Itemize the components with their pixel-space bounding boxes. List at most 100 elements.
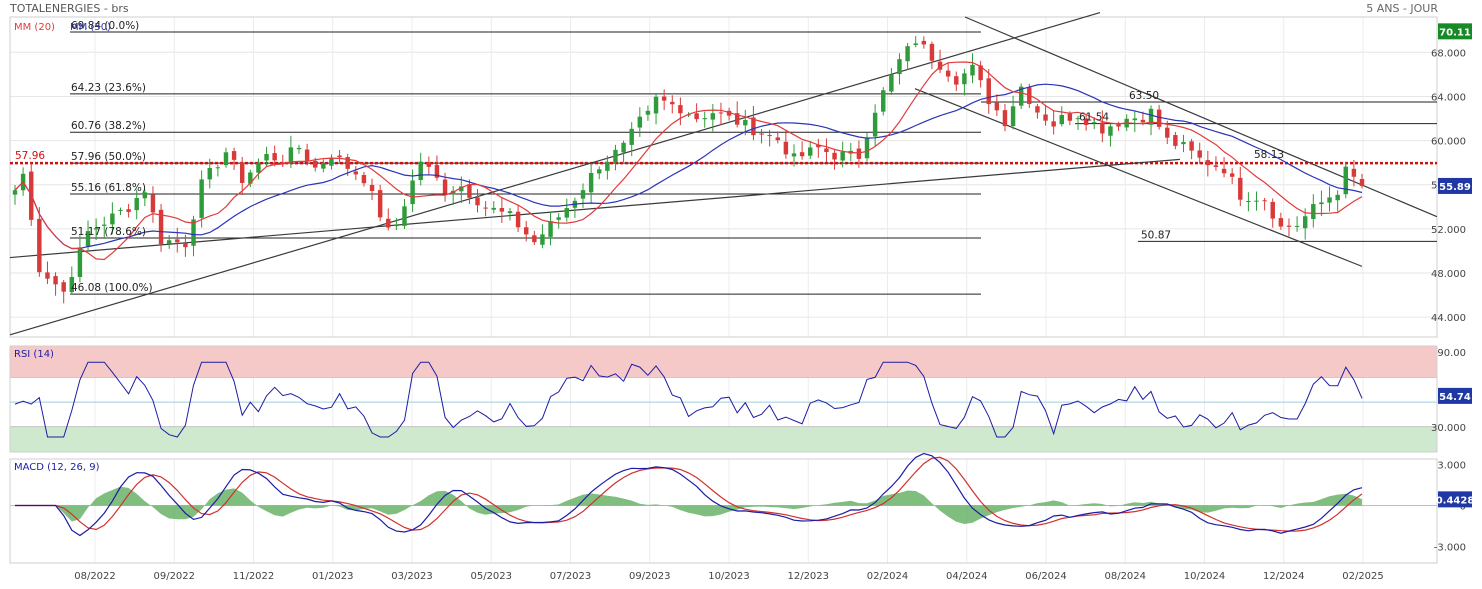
candle-body (523, 227, 529, 235)
candle-body (881, 90, 886, 112)
candle-body (1221, 168, 1227, 174)
candle-body (1254, 200, 1259, 202)
time-tick-label: 12/2024 (1263, 571, 1305, 582)
candle-body (1051, 121, 1056, 127)
price-tick-label: 48.000 (1431, 269, 1466, 280)
candle-body (361, 175, 367, 184)
time-tick-label: 11/2022 (233, 571, 275, 582)
candle-body (759, 133, 764, 135)
candle-body (807, 147, 813, 156)
ma50-legend: MM (50) (70, 22, 111, 33)
rsi-oversold-zone (10, 427, 1437, 452)
candle-body (183, 242, 188, 248)
candle-body (1116, 124, 1121, 127)
candle-body (475, 197, 480, 206)
level-label: 63.50 (1129, 90, 1159, 102)
candle-body (1165, 127, 1170, 138)
fibonacci-label: 60.76 (38.2%) (71, 120, 146, 132)
candle-body (718, 112, 724, 114)
candle-body (37, 218, 42, 273)
candle-body (61, 282, 66, 292)
price-tick-label: 68.000 (1431, 48, 1466, 59)
candle-body (767, 135, 772, 137)
fibonacci-label: 46.08 (100.0%) (71, 282, 153, 294)
candle-body (1002, 110, 1008, 127)
candle-body (1132, 118, 1138, 121)
macd-tick-label: 3.000 (1437, 460, 1466, 471)
candle-body (945, 70, 951, 77)
candle-body (832, 152, 837, 160)
rsi-tick-label: 30.000 (1431, 423, 1466, 434)
candle-body (994, 102, 1000, 111)
candle-body (864, 138, 870, 159)
candle-body (694, 113, 699, 120)
candle-body (175, 239, 180, 243)
candle-body (467, 184, 472, 198)
candle-body (775, 137, 780, 141)
candle-body (150, 194, 156, 213)
candle-body (548, 221, 553, 237)
candle-body (1156, 109, 1162, 127)
candle-body (1181, 141, 1186, 145)
time-tick-label: 07/2023 (550, 571, 592, 582)
candle-body (605, 161, 610, 171)
candle-body (386, 218, 391, 228)
price-tick-label: 60.000 (1431, 137, 1466, 148)
candle-body (321, 163, 326, 169)
candle-body (126, 209, 131, 212)
candle-body (905, 46, 910, 62)
candle-body (110, 213, 115, 225)
candle-body (507, 211, 513, 214)
candle-body (929, 43, 935, 61)
candle-body (783, 141, 789, 155)
candle-body (1327, 197, 1332, 203)
last-close-tag: 70.11 (1439, 27, 1471, 38)
candle-body (702, 118, 707, 120)
candle-body (1262, 200, 1267, 202)
candle-body (353, 171, 359, 175)
candle-body (45, 272, 50, 279)
candle-body (621, 142, 626, 153)
candle-body (1205, 160, 1211, 166)
candle-body (239, 162, 245, 183)
time-tick-label: 10/2024 (1184, 571, 1226, 582)
candle-body (1035, 106, 1040, 113)
current-price-tag: 55.89 (1439, 182, 1471, 193)
candle-body (913, 43, 918, 46)
time-tick-label: 05/2023 (470, 571, 512, 582)
period-label: 5 ANS - JOUR (1366, 2, 1438, 15)
time-tick-label: 01/2023 (312, 571, 354, 582)
candle-body (710, 113, 716, 120)
candle-body (1043, 114, 1048, 121)
candle-body (256, 163, 261, 173)
candle-body (442, 179, 448, 194)
candle-body (1067, 113, 1073, 121)
candle-body (970, 64, 975, 76)
candle-body (1229, 173, 1235, 177)
rsi-value-tag: 54.74 (1439, 392, 1471, 403)
candle-body (296, 147, 302, 150)
candle-body (1278, 218, 1284, 227)
candle-body (1213, 165, 1219, 167)
candle-body (491, 207, 496, 210)
candle-body (1108, 126, 1113, 136)
candle-body (394, 224, 399, 227)
candle-body (264, 153, 269, 161)
candle-body (426, 162, 432, 167)
candle-body (564, 208, 570, 218)
ma20-legend: MM (20) (14, 22, 55, 33)
candle-body (613, 149, 618, 163)
chart-canvas: 69.84 (0.0%)64.23 (23.6%)60.76 (38.2%)57… (0, 0, 1482, 585)
candle-body (1294, 225, 1300, 227)
time-tick-label: 08/2022 (74, 571, 116, 582)
candle-body (986, 78, 991, 105)
candle-body (799, 152, 805, 157)
candle-body (1335, 194, 1340, 201)
candle-body (369, 184, 375, 191)
macd-value-tag: 0.4428 (1436, 495, 1475, 506)
rsi-overbought-zone (10, 346, 1437, 378)
time-tick-label: 10/2023 (708, 571, 750, 582)
candle-body (645, 110, 651, 115)
support-label: 57.96 (15, 150, 45, 162)
candle-body (597, 169, 602, 174)
